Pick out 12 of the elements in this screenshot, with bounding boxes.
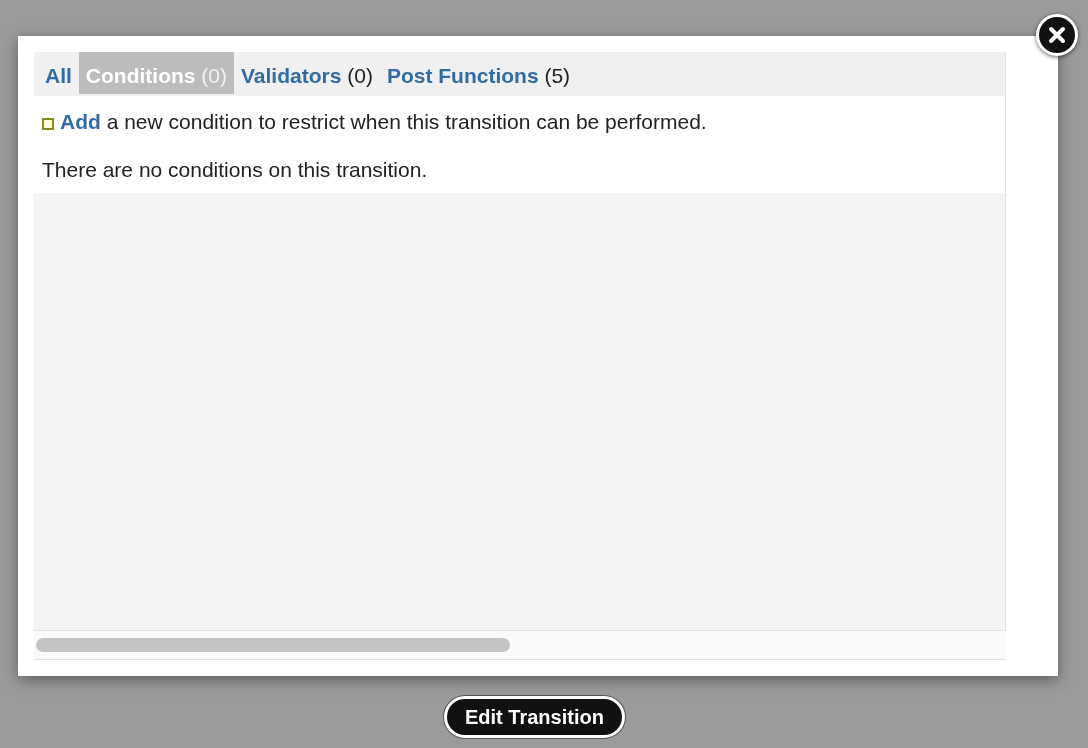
empty-message: There are no conditions on this transition. <box>42 156 429 183</box>
tab[interactable]: Validators (0) <box>234 52 380 94</box>
add-instruction: Add a new condition to restrict when this transition can be performed. <box>60 110 707 133</box>
scrollbar-thumb[interactable] <box>36 638 510 652</box>
square-icon <box>42 118 54 130</box>
close-icon <box>1047 25 1067 45</box>
tab[interactable]: Post Functions (5) <box>379 52 578 94</box>
tab[interactable]: All <box>38 52 79 94</box>
close-button[interactable] <box>1036 14 1078 56</box>
edit-transition-button[interactable]: Edit Transition <box>444 696 625 738</box>
horizontal-scrollbar[interactable] <box>34 630 1006 660</box>
add-link[interactable]: Add <box>60 110 101 133</box>
